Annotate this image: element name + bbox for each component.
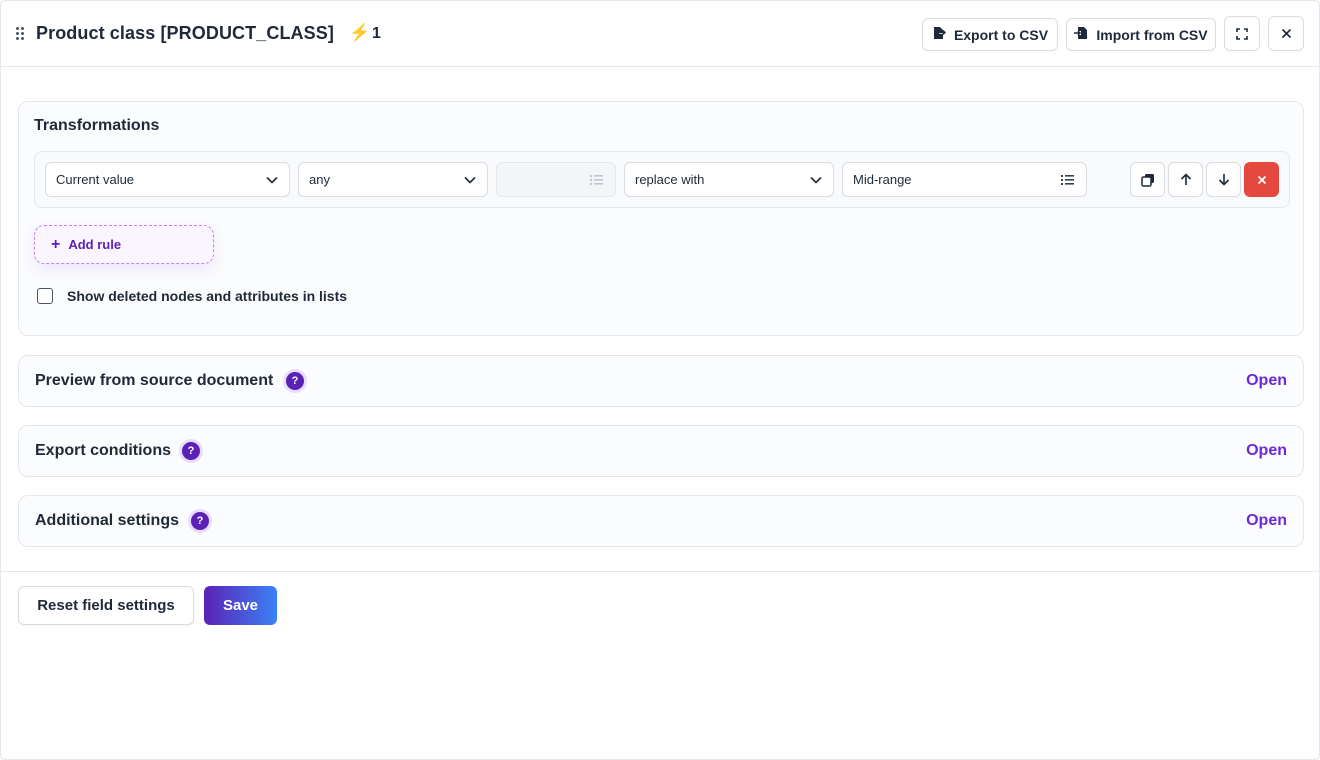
section-title: Export conditions xyxy=(35,442,171,459)
import-csv-label: Import from CSV xyxy=(1096,26,1208,43)
help-icon[interactable]: ? xyxy=(286,372,304,390)
chevron-down-icon xyxy=(810,176,822,184)
section-title: Preview from source document xyxy=(35,372,274,389)
duplicate-rule-button[interactable] xyxy=(1130,162,1165,197)
transformation-rule-row: Current value any replace with Mid-range xyxy=(34,151,1290,208)
move-up-button[interactable] xyxy=(1168,162,1203,197)
list-icon[interactable] xyxy=(1061,174,1074,186)
condition-select[interactable]: any xyxy=(298,162,488,197)
plus-icon: + xyxy=(51,235,61,253)
action-select[interactable]: replace with xyxy=(624,162,834,197)
show-deleted-option: Show deleted nodes and attributes in lis… xyxy=(37,288,347,304)
action-select-value: replace with xyxy=(635,172,705,187)
add-rule-label: Add rule xyxy=(68,237,122,252)
show-deleted-label: Show deleted nodes and attributes in lis… xyxy=(67,288,348,304)
lightning-icon: ⚡ xyxy=(349,23,371,42)
modal-title: Product class [PRODUCT_CLASS] xyxy=(36,23,334,43)
fullscreen-button[interactable] xyxy=(1224,16,1260,51)
section-preview[interactable]: Preview from source document ? Open xyxy=(18,355,1304,407)
open-link[interactable]: Open xyxy=(1246,442,1287,460)
section-export-conditions[interactable]: Export conditions ? Open xyxy=(18,425,1304,477)
transformations-panel: Transformations Current value any replac… xyxy=(18,101,1304,336)
source-select-value: Current value xyxy=(56,172,135,187)
arrow-up-icon xyxy=(1180,173,1191,185)
move-down-button[interactable] xyxy=(1206,162,1241,197)
transformations-title: Transformations xyxy=(34,117,160,134)
copy-icon xyxy=(1140,173,1154,187)
close-button[interactable] xyxy=(1268,16,1304,51)
import-csv-button[interactable]: Import from CSV xyxy=(1066,18,1216,51)
source-select[interactable]: Current value xyxy=(45,162,290,197)
chevron-down-icon xyxy=(266,176,278,184)
condition-select-value: any xyxy=(309,172,330,187)
help-icon[interactable]: ? xyxy=(191,512,209,530)
close-icon xyxy=(1281,28,1291,39)
export-csv-button[interactable]: Export to CSV xyxy=(922,18,1058,51)
field-settings-modal: Product class [PRODUCT_CLASS] ⚡ 1 Export… xyxy=(0,0,1320,760)
transformation-count: 1 xyxy=(372,25,381,42)
export-csv-label: Export to CSV xyxy=(953,26,1049,43)
expand-icon xyxy=(1236,27,1248,40)
list-icon xyxy=(590,175,603,185)
file-export-icon xyxy=(932,26,946,43)
show-deleted-checkbox[interactable] xyxy=(37,288,53,304)
chevron-down-icon xyxy=(464,176,476,184)
arrow-down-icon xyxy=(1218,174,1229,186)
help-icon[interactable]: ? xyxy=(182,442,200,460)
open-link[interactable]: Open xyxy=(1246,372,1287,390)
replacement-value-input[interactable]: Mid-range xyxy=(842,162,1087,197)
open-link[interactable]: Open xyxy=(1246,512,1287,530)
close-icon xyxy=(1257,175,1266,184)
file-import-icon xyxy=(1074,26,1088,43)
section-title: Additional settings xyxy=(35,512,179,529)
add-rule-button[interactable]: + Add rule xyxy=(34,225,214,264)
reset-field-settings-button[interactable]: Reset field settings xyxy=(18,586,194,625)
condition-value-input xyxy=(496,162,616,197)
footer-divider xyxy=(1,571,1319,572)
drag-handle-icon[interactable] xyxy=(16,27,26,41)
modal-header: Product class [PRODUCT_CLASS] ⚡ 1 Export… xyxy=(1,1,1319,67)
save-button[interactable]: Save xyxy=(204,586,277,625)
delete-rule-button[interactable] xyxy=(1244,162,1279,197)
replacement-value-text: Mid-range xyxy=(853,172,912,187)
section-additional-settings[interactable]: Additional settings ? Open xyxy=(18,495,1304,547)
